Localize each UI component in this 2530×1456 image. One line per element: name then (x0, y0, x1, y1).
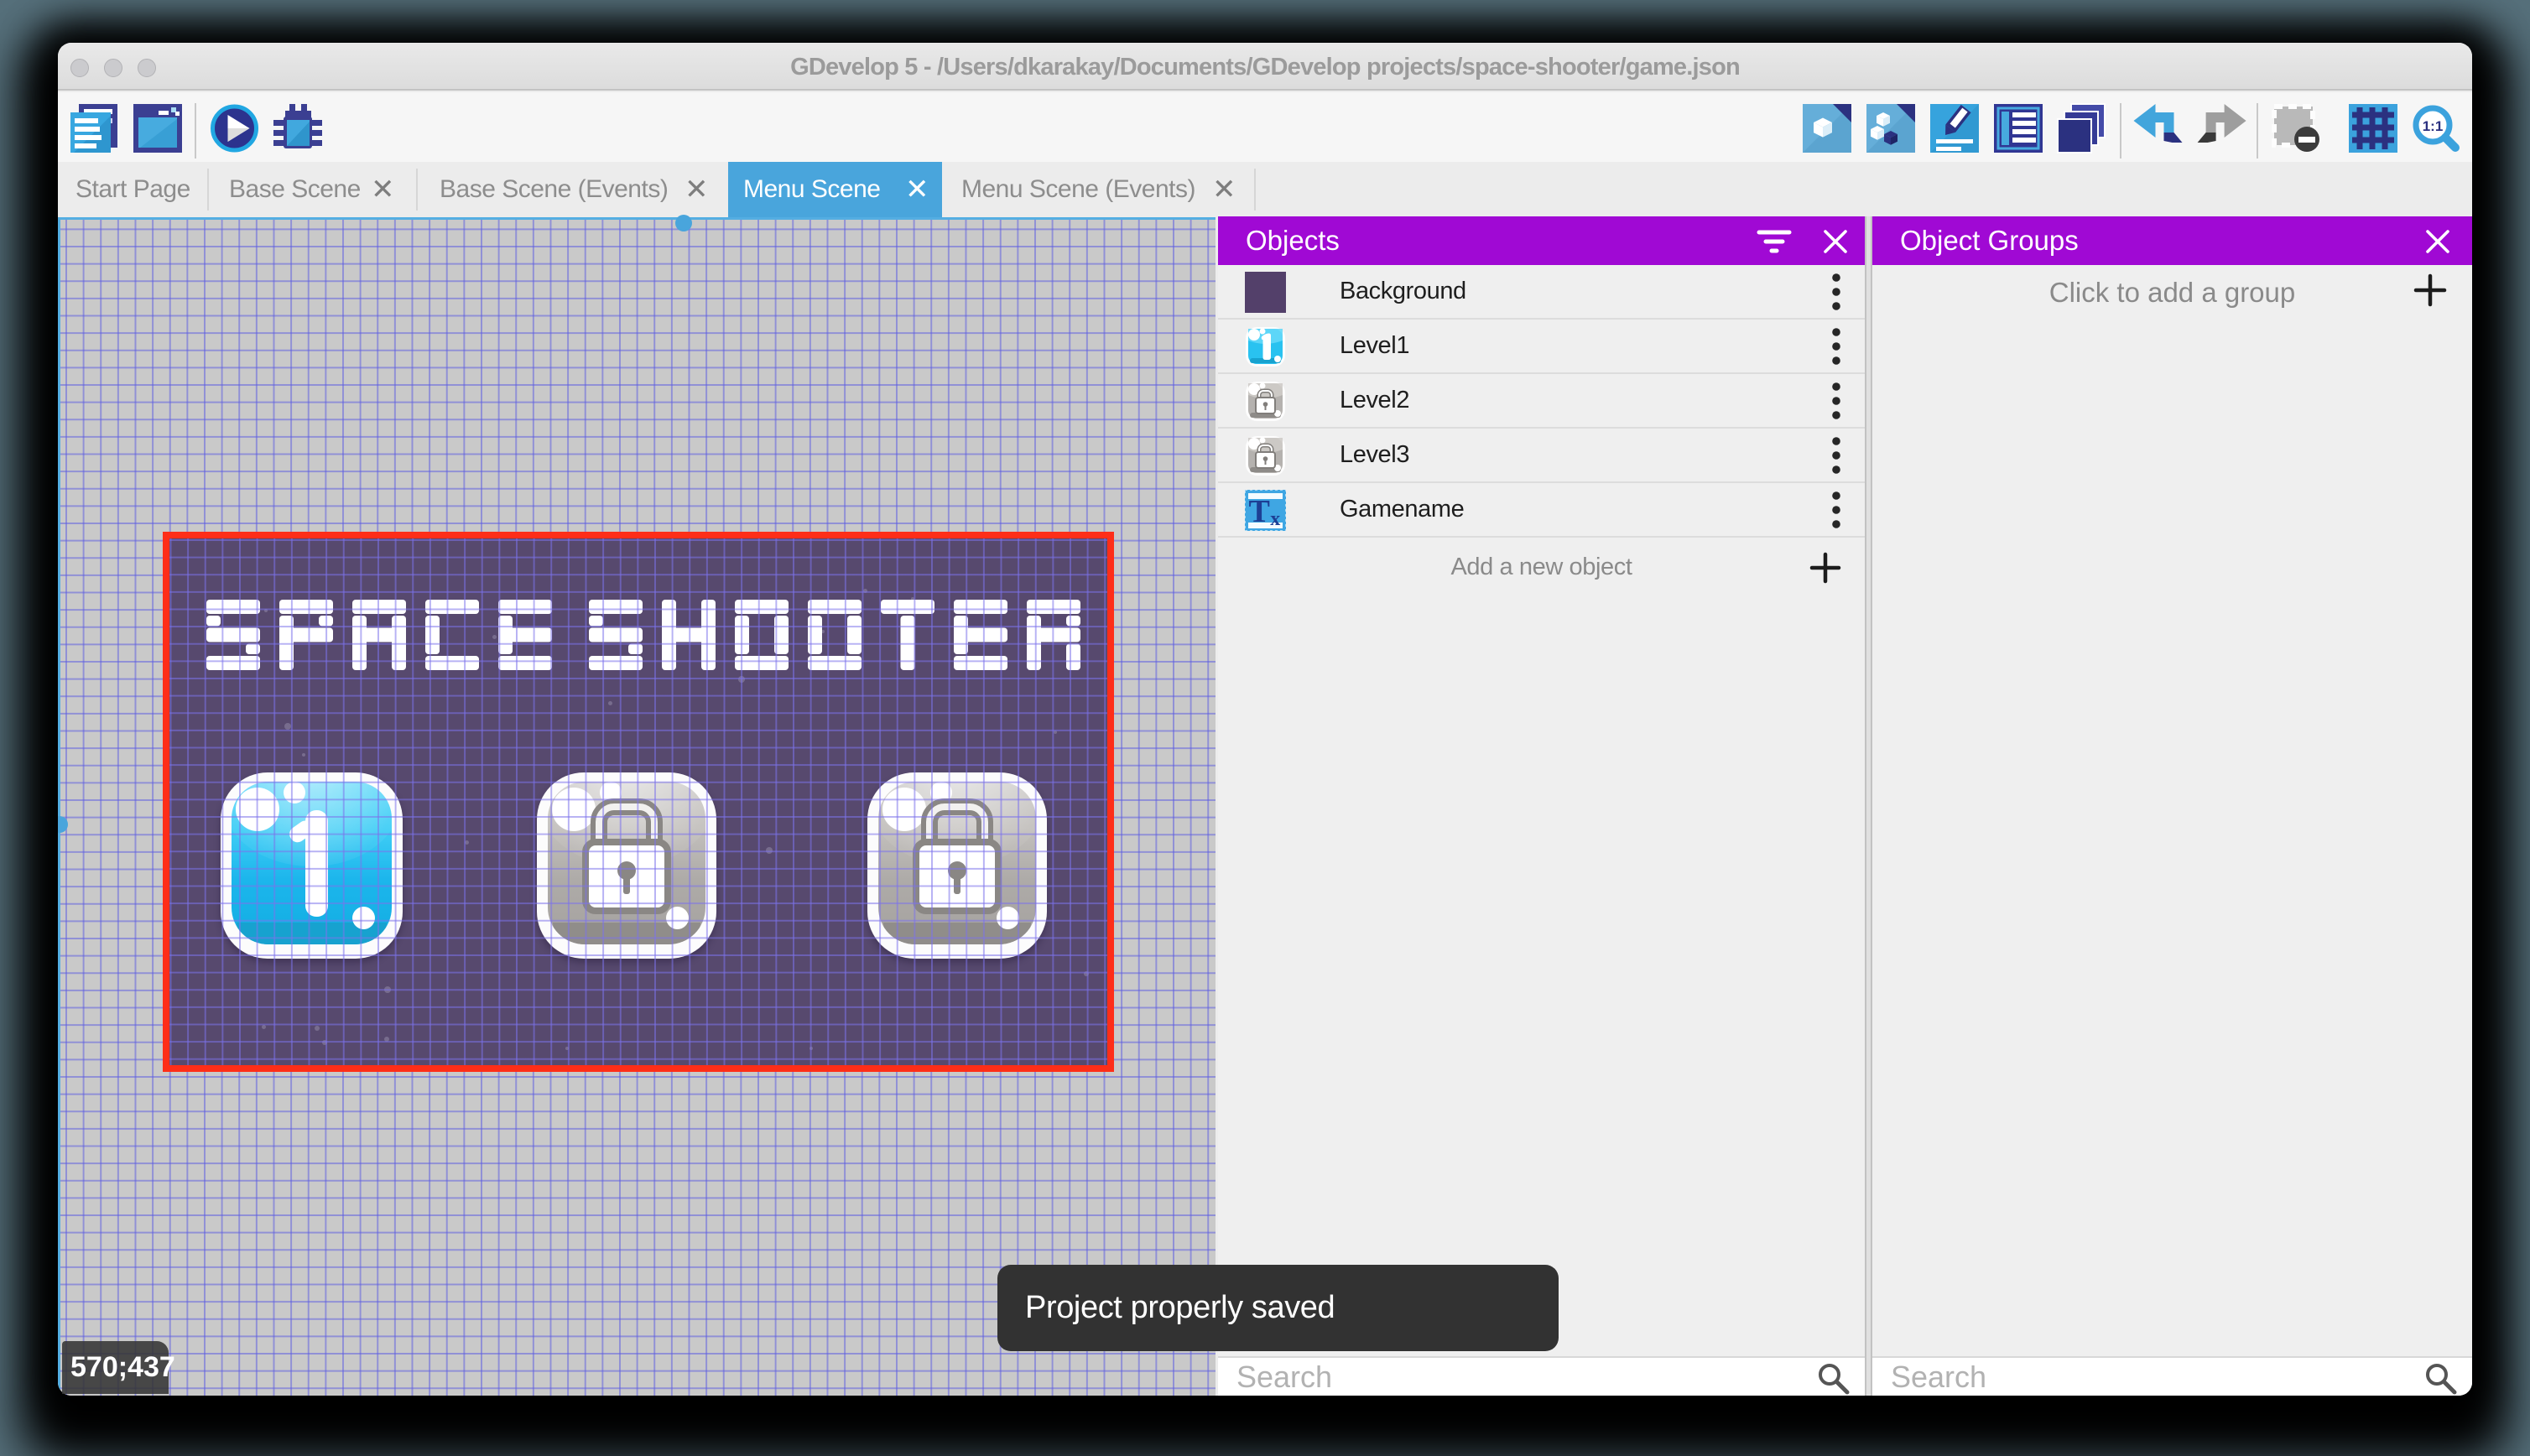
svg-text:x: x (1270, 508, 1280, 530)
svg-text:1:1: 1:1 (2423, 118, 2444, 134)
svg-text:T: T (1249, 494, 1270, 529)
